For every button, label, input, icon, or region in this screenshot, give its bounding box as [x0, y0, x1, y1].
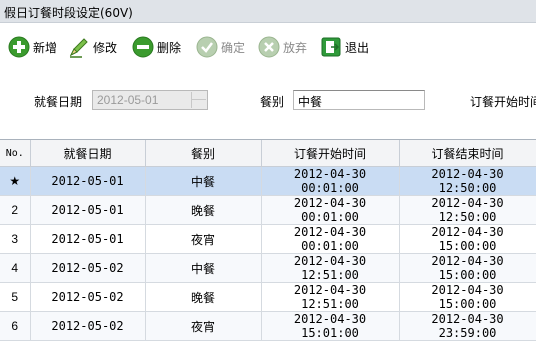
- row-date: 2012-05-01: [30, 166, 146, 196]
- table-row[interactable]: 2 2012-05-01 晚餐 2012-04-30 00:01:00 2012…: [0, 195, 536, 225]
- table-row[interactable]: 5 2012-05-02 晚餐 2012-04-30 12:51:00 2012…: [0, 282, 536, 312]
- row-start: 2012-04-30 15:01:00: [261, 311, 400, 341]
- exit-button-label: 退出: [345, 40, 370, 55]
- row-start: 2012-04-30 00:01:00: [261, 166, 400, 196]
- row-meal: 夜宵: [145, 224, 262, 254]
- table-row[interactable]: ★ 2012-05-01 中餐 2012-04-30 00:01:00 2012…: [0, 166, 536, 196]
- column-header-start-time[interactable]: 订餐开始时间: [261, 140, 400, 167]
- row-end: 2012-04-30 15:00:00: [399, 224, 536, 254]
- date-field-value: 2012-05-01: [97, 93, 159, 107]
- meal-field-value: 中餐: [298, 95, 323, 109]
- delete-button-label: 删除: [157, 40, 182, 55]
- row-no: ★: [0, 166, 31, 196]
- data-grid: No. 就餐日期 餐别 订餐开始时间 订餐结束时间 ★ 2012-05-01 中…: [0, 139, 536, 341]
- row-no: 3: [0, 224, 31, 254]
- plus-icon: [8, 36, 30, 58]
- toolbar: 新增 修改 删除 确定 放弃 退出: [0, 23, 536, 71]
- exit-button[interactable]: 退出: [320, 35, 369, 59]
- confirm-button[interactable]: 确定: [196, 35, 245, 59]
- row-end: 2012-04-30 12:50:00: [399, 195, 536, 225]
- row-no: 6: [0, 311, 31, 341]
- schedule-table: No. 就餐日期 餐别 订餐开始时间 订餐结束时间 ★ 2012-05-01 中…: [0, 140, 536, 341]
- row-date: 2012-05-01: [30, 195, 146, 225]
- checkmark-icon: [196, 36, 218, 58]
- row-end: 2012-04-30 12:50:00: [399, 166, 536, 196]
- delete-button[interactable]: 删除: [132, 35, 181, 59]
- table-row[interactable]: 3 2012-05-01 夜宵 2012-04-30 00:01:00 2012…: [0, 224, 536, 254]
- confirm-button-label: 确定: [221, 40, 246, 55]
- row-end: 2012-04-30 23:59:00: [399, 311, 536, 341]
- date-field[interactable]: 2012-05-01: [92, 90, 208, 110]
- table-row[interactable]: 6 2012-05-02 夜宵 2012-04-30 15:01:00 2012…: [0, 311, 536, 341]
- row-meal: 晚餐: [145, 282, 262, 312]
- window-title: 假日订餐时段设定(60V): [4, 6, 133, 20]
- row-meal: 中餐: [145, 166, 262, 196]
- filter-form: 就餐日期 2012-05-01 餐别 中餐 订餐开始时间: [0, 88, 536, 114]
- date-label: 就餐日期: [34, 95, 83, 109]
- column-header-end-time[interactable]: 订餐结束时间: [399, 140, 536, 167]
- row-meal: 晚餐: [145, 195, 262, 225]
- row-start: 2012-04-30 00:01:00: [261, 195, 400, 225]
- abandon-button[interactable]: 放弃: [258, 35, 307, 59]
- title-bar: 假日订餐时段设定(60V): [0, 0, 536, 23]
- exit-door-icon: [321, 37, 341, 57]
- row-no: 4: [0, 253, 31, 283]
- column-header-date[interactable]: 就餐日期: [30, 140, 146, 167]
- column-header-meal[interactable]: 餐别: [145, 140, 262, 167]
- date-spinner[interactable]: [191, 92, 206, 108]
- row-date: 2012-05-02: [30, 253, 146, 283]
- row-end: 2012-04-30 15:00:00: [399, 282, 536, 312]
- edit-button[interactable]: 修改: [68, 35, 117, 59]
- row-start: 2012-04-30 00:01:00: [261, 224, 400, 254]
- edit-button-label: 修改: [93, 40, 118, 55]
- row-date: 2012-05-02: [30, 311, 146, 341]
- row-start: 2012-04-30 12:51:00: [261, 253, 400, 283]
- table-header-row: No. 就餐日期 餐别 订餐开始时间 订餐结束时间: [0, 140, 536, 167]
- add-button[interactable]: 新增: [8, 35, 57, 59]
- minus-icon: [132, 36, 154, 58]
- row-no: 5: [0, 282, 31, 312]
- cancel-x-icon: [258, 36, 280, 58]
- meal-label: 餐别: [260, 95, 285, 109]
- row-end: 2012-04-30 15:00:00: [399, 253, 536, 283]
- row-meal: 夜宵: [145, 311, 262, 341]
- row-date: 2012-05-02: [30, 282, 146, 312]
- pencil-icon: [69, 38, 88, 58]
- column-header-no[interactable]: No.: [0, 140, 31, 167]
- add-button-label: 新增: [33, 40, 58, 55]
- row-meal: 中餐: [145, 253, 262, 283]
- row-start: 2012-04-30 12:51:00: [261, 282, 400, 312]
- meal-field[interactable]: 中餐: [293, 90, 425, 110]
- start-time-label: 订餐开始时间: [470, 95, 536, 109]
- table-row[interactable]: 4 2012-05-02 中餐 2012-04-30 12:51:00 2012…: [0, 253, 536, 283]
- row-no: 2: [0, 195, 31, 225]
- abandon-button-label: 放弃: [283, 40, 308, 55]
- row-date: 2012-05-01: [30, 224, 146, 254]
